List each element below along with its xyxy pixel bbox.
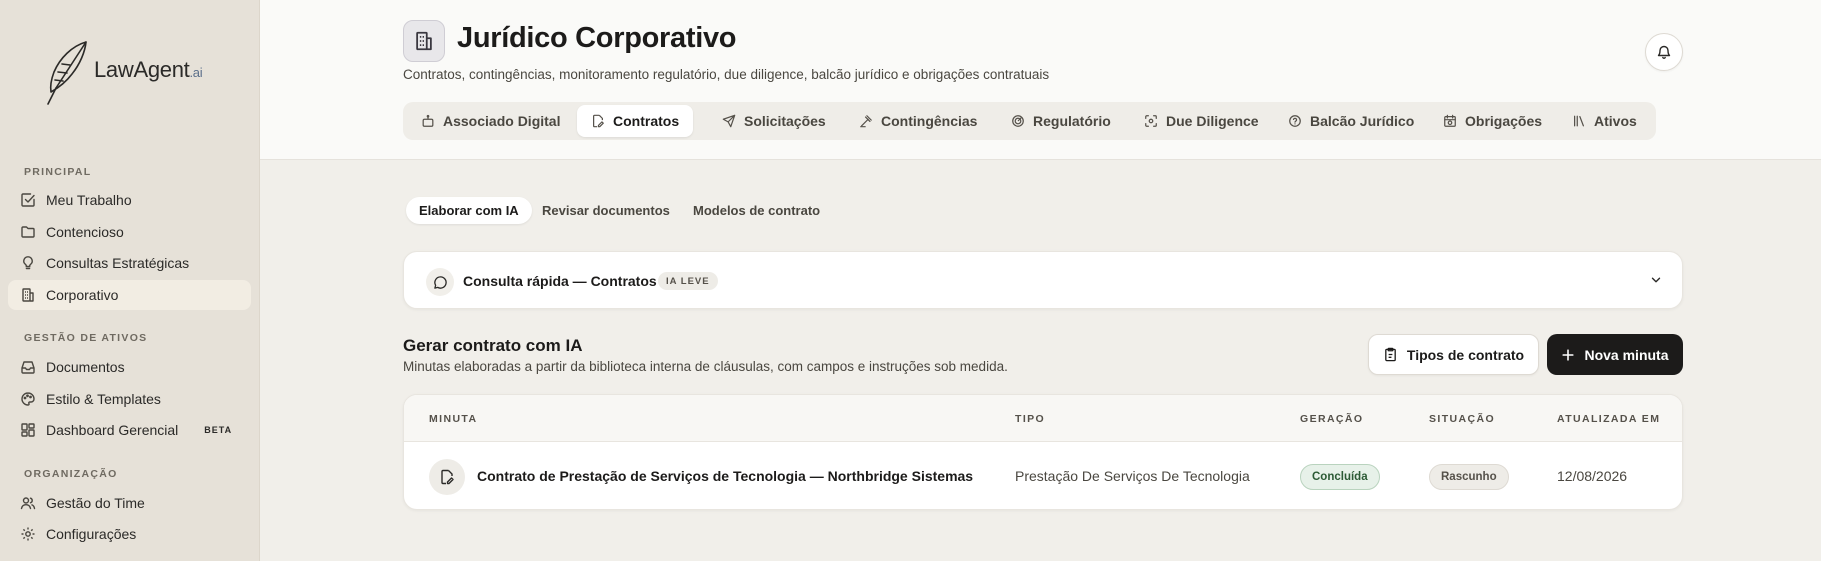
sidebar-item-dashboard-gerencial[interactable]: Dashboard Gerencial BETA xyxy=(8,415,251,445)
tab-due-diligence[interactable]: Due Diligence xyxy=(1130,105,1273,137)
chat-bubble-icon xyxy=(426,268,454,296)
page-title: Jurídico Corporativo xyxy=(457,22,737,54)
sidebar-item-label: Meu Trabalho xyxy=(46,192,132,208)
sidebar-item-meu-trabalho[interactable]: Meu Trabalho xyxy=(8,185,251,215)
table-header: MINUTA TIPO GERAÇÃO SITUAÇÃO ATUALIZADA … xyxy=(404,395,1682,442)
new-draft-button[interactable]: Nova minuta xyxy=(1547,334,1683,375)
draft-type: Prestação De Serviços De Tecnologia xyxy=(1015,468,1250,484)
subtab-modelos-de-contrato[interactable]: Modelos de contrato xyxy=(680,197,833,224)
tab-label: Due Diligence xyxy=(1166,113,1259,129)
sidebar-item-label: Corporativo xyxy=(46,287,119,303)
scan-icon xyxy=(1144,114,1158,128)
generation-badge: Concluída xyxy=(1300,464,1380,490)
button-label: Nova minuta xyxy=(1584,346,1669,363)
tab-label: Regulatório xyxy=(1033,113,1111,129)
column-minuta[interactable]: MINUTA xyxy=(429,413,477,425)
sidebar-item-label: Gestão do Time xyxy=(46,495,145,511)
subtab-revisar-documentos[interactable]: Revisar documentos xyxy=(529,197,683,224)
gear-icon xyxy=(20,526,36,542)
draft-name[interactable]: Contrato de Prestação de Serviços de Tec… xyxy=(477,468,973,484)
palette-icon xyxy=(20,391,36,407)
sidebar-item-contencioso[interactable]: Contencioso xyxy=(8,217,251,247)
tab-label: Ativos xyxy=(1594,113,1637,129)
tab-solicitacoes[interactable]: Solicitações xyxy=(708,105,840,137)
column-atualizada-em[interactable]: ATUALIZADA EM xyxy=(1557,413,1660,425)
check-square-icon xyxy=(20,192,36,208)
title-building-icon xyxy=(403,20,445,62)
brand-logo[interactable]: LawAgent.ai xyxy=(42,38,203,108)
tab-label: Associado Digital xyxy=(443,113,561,129)
ia-badge: IA LEVE xyxy=(658,272,718,290)
quick-consult-panel[interactable]: Consulta rápida — Contratos IA LEVE xyxy=(403,251,1683,309)
tab-balcao-juridico[interactable]: Balcão Jurídico xyxy=(1274,105,1428,137)
clipboard-icon xyxy=(1383,347,1398,362)
bell-icon xyxy=(1656,44,1672,60)
table-row[interactable]: Contrato de Prestação de Serviços de Tec… xyxy=(404,442,1682,509)
tab-contratos[interactable]: Contratos xyxy=(577,105,694,137)
sidebar-item-corporativo[interactable]: Corporativo xyxy=(8,280,251,310)
section-gestao-de-ativos: GESTÃO DE ATIVOS xyxy=(24,332,148,344)
tab-label: Solicitações xyxy=(744,113,826,129)
sidebar-item-configuracoes[interactable]: Configurações xyxy=(8,519,251,549)
sidebar-item-documentos[interactable]: Documentos xyxy=(8,352,251,382)
tab-label: Obrigações xyxy=(1465,113,1543,129)
tab-ativos[interactable]: Ativos xyxy=(1558,105,1651,137)
column-geracao[interactable]: GERAÇÃO xyxy=(1300,413,1363,425)
section-organizacao: ORGANIZAÇÃO xyxy=(24,468,118,480)
document-edit-icon xyxy=(429,459,465,495)
section-principal: PRINCIPAL xyxy=(24,166,92,178)
status-badge: Rascunho xyxy=(1429,464,1509,490)
library-icon xyxy=(1572,114,1586,128)
beta-badge: BETA xyxy=(204,425,233,435)
plus-icon xyxy=(1561,348,1575,362)
quick-consult-title: Consulta rápida — Contratos xyxy=(463,273,657,289)
contract-types-button[interactable]: Tipos de contrato xyxy=(1368,334,1539,375)
tab-label: Balcão Jurídico xyxy=(1310,113,1415,129)
folder-icon xyxy=(20,224,36,240)
chevron-down-icon[interactable] xyxy=(1649,273,1663,287)
sidebar-item-label: Configurações xyxy=(46,526,137,542)
section-subtitle: Minutas elaboradas a partir da bibliotec… xyxy=(403,359,1008,374)
updated-date: 12/08/2026 xyxy=(1557,468,1628,484)
calendar-clock-icon xyxy=(1443,114,1457,128)
inbox-icon xyxy=(20,359,36,375)
sidebar-item-label: Estilo & Templates xyxy=(46,391,161,407)
robot-icon xyxy=(421,114,435,128)
tab-regulatorio[interactable]: Regulatório xyxy=(997,105,1125,137)
gavel-icon xyxy=(859,114,873,128)
subtab-elaborar-com-ia[interactable]: Elaborar com IA xyxy=(406,197,532,224)
dashboard-icon xyxy=(20,422,36,438)
tab-label: Contingências xyxy=(881,113,978,129)
help-circle-icon xyxy=(1288,114,1302,128)
sidebar-item-consultas-estrategicas[interactable]: Consultas Estratégicas xyxy=(8,248,251,278)
sidebar-item-label: Dashboard Gerencial xyxy=(46,422,179,438)
sidebar-item-gestao-do-time[interactable]: Gestão do Time xyxy=(8,488,251,518)
button-label: Tipos de contrato xyxy=(1406,346,1525,363)
page-subtitle: Contratos, contingências, monitoramento … xyxy=(403,67,1050,82)
sidebar-item-label: Consultas Estratégicas xyxy=(46,255,190,271)
drafts-table: MINUTA TIPO GERAÇÃO SITUAÇÃO ATUALIZADA … xyxy=(403,394,1683,510)
sidebar-item-label: Contencioso xyxy=(46,224,124,240)
notifications-button[interactable] xyxy=(1645,33,1683,71)
tab-label: Contratos xyxy=(613,113,680,129)
quill-icon xyxy=(42,38,92,108)
column-tipo[interactable]: TIPO xyxy=(1015,413,1045,425)
sidebar: LawAgent.ai PRINCIPAL Meu Trabalho Conte… xyxy=(0,0,260,561)
column-situacao[interactable]: SITUAÇÃO xyxy=(1429,413,1495,425)
send-icon xyxy=(722,114,736,128)
radar-icon xyxy=(1011,114,1025,128)
module-tabs: Associado Digital Contratos Solicitações… xyxy=(403,102,1656,140)
building-icon xyxy=(20,287,36,303)
tab-contingencias[interactable]: Contingências xyxy=(845,105,991,137)
section-title: Gerar contrato com IA xyxy=(403,336,583,355)
sidebar-item-label: Documentos xyxy=(46,359,125,375)
lightbulb-icon xyxy=(20,255,36,271)
sidebar-item-estilo-templates[interactable]: Estilo & Templates xyxy=(8,384,251,414)
tab-obrigacoes[interactable]: Obrigações xyxy=(1429,105,1556,137)
brand-name: LawAgent.ai xyxy=(94,57,203,82)
tab-associado-digital[interactable]: Associado Digital xyxy=(407,105,574,137)
file-pen-icon xyxy=(591,114,605,128)
users-icon xyxy=(20,495,36,511)
